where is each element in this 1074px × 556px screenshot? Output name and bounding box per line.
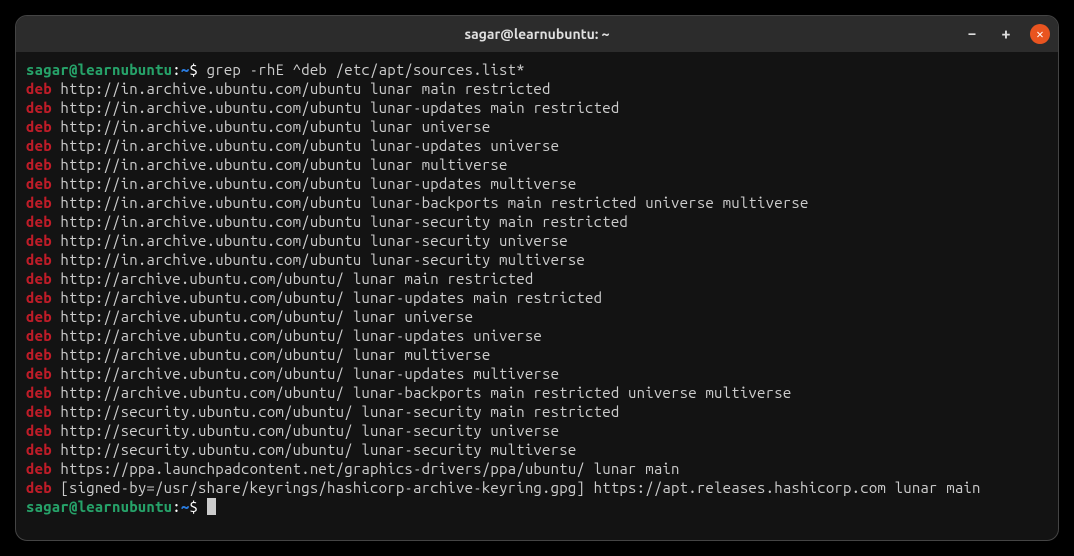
output-line: deb http://in.archive.ubuntu.com/ubuntu … (26, 212, 1048, 231)
grep-match: deb (26, 403, 52, 420)
output-line: deb http://archive.ubuntu.com/ubuntu/ lu… (26, 326, 1048, 345)
output-text: http://in.archive.ubuntu.com/ubuntu luna… (52, 251, 585, 268)
prompt-symbol: $ (189, 61, 206, 78)
command-line: sagar@learnubuntu:~$ grep -rhE ^deb /etc… (26, 60, 1048, 79)
window-title: sagar@learnubuntu: ~ (464, 26, 609, 42)
output-text: http://archive.ubuntu.com/ubuntu/ lunar-… (52, 327, 542, 344)
output-text: http://in.archive.ubuntu.com/ubuntu luna… (52, 80, 551, 97)
output-line: deb http://in.archive.ubuntu.com/ubuntu … (26, 250, 1048, 269)
output-text: http://archive.ubuntu.com/ubuntu/ lunar … (52, 346, 491, 363)
output-text: http://in.archive.ubuntu.com/ubuntu luna… (52, 194, 809, 211)
grep-match: deb (26, 232, 52, 249)
prompt: sagar@learnubuntu:~$ (26, 498, 207, 515)
output-text: https://ppa.launchpadcontent.net/graphic… (52, 460, 680, 477)
prompt-line: sagar@learnubuntu:~$ (26, 497, 1048, 516)
output-line: deb http://in.archive.ubuntu.com/ubuntu … (26, 117, 1048, 136)
close-button[interactable]: ✕ (1030, 24, 1050, 44)
grep-match: deb (26, 213, 52, 230)
prompt-user-host: sagar@learnubuntu (26, 498, 172, 515)
prompt-symbol: $ (189, 498, 206, 515)
output-line: deb http://in.archive.ubuntu.com/ubuntu … (26, 193, 1048, 212)
output-text: http://in.archive.ubuntu.com/ubuntu luna… (52, 232, 568, 249)
terminal-window: sagar@learnubuntu: ~ – + ✕ sagar@learnub… (15, 15, 1059, 541)
output-line: deb https://ppa.launchpadcontent.net/gra… (26, 459, 1048, 478)
prompt-colon: : (172, 61, 181, 78)
output-text: http://in.archive.ubuntu.com/ubuntu luna… (52, 118, 491, 135)
grep-match: deb (26, 384, 52, 401)
grep-match: deb (26, 327, 52, 344)
prompt: sagar@learnubuntu:~$ (26, 61, 207, 78)
grep-match: deb (26, 99, 52, 116)
grep-match: deb (26, 137, 52, 154)
output-line: deb http://in.archive.ubuntu.com/ubuntu … (26, 136, 1048, 155)
output-line: deb http://security.ubuntu.com/ubuntu/ l… (26, 440, 1048, 459)
output-line: deb http://in.archive.ubuntu.com/ubuntu … (26, 98, 1048, 117)
output-line: deb http://archive.ubuntu.com/ubuntu/ lu… (26, 364, 1048, 383)
grep-match: deb (26, 346, 52, 363)
output-text: http://security.ubuntu.com/ubuntu/ lunar… (52, 422, 559, 439)
grep-match: deb (26, 251, 52, 268)
output-text: http://archive.ubuntu.com/ubuntu/ lunar … (52, 308, 473, 325)
output-line: deb http://in.archive.ubuntu.com/ubuntu … (26, 231, 1048, 250)
output-line: deb http://archive.ubuntu.com/ubuntu/ lu… (26, 288, 1048, 307)
output-text: http://in.archive.ubuntu.com/ubuntu luna… (52, 99, 620, 116)
output-text: http://in.archive.ubuntu.com/ubuntu luna… (52, 213, 628, 230)
output-text: http://in.archive.ubuntu.com/ubuntu luna… (52, 175, 577, 192)
grep-match: deb (26, 422, 52, 439)
command-text: grep -rhE ^deb /etc/apt/sources.list* (207, 61, 525, 78)
output-text: http://in.archive.ubuntu.com/ubuntu luna… (52, 156, 508, 173)
window-controls: – + ✕ (962, 24, 1050, 44)
grep-match: deb (26, 175, 52, 192)
output-line: deb http://in.archive.ubuntu.com/ubuntu … (26, 174, 1048, 193)
output-line: deb [signed-by=/usr/share/keyrings/hashi… (26, 478, 1048, 497)
grep-match: deb (26, 289, 52, 306)
output-line: deb http://archive.ubuntu.com/ubuntu/ lu… (26, 345, 1048, 364)
minimize-button[interactable]: – (962, 24, 982, 44)
output-text: http://archive.ubuntu.com/ubuntu/ lunar-… (52, 365, 559, 382)
prompt-user-host: sagar@learnubuntu (26, 61, 172, 78)
grep-match: deb (26, 441, 52, 458)
grep-match: deb (26, 156, 52, 173)
cursor (207, 498, 216, 515)
output-text: [signed-by=/usr/share/keyrings/hashicorp… (52, 479, 981, 496)
prompt-colon: : (172, 498, 181, 515)
grep-match: deb (26, 308, 52, 325)
output-text: http://archive.ubuntu.com/ubuntu/ lunar-… (52, 289, 602, 306)
grep-match: deb (26, 460, 52, 477)
titlebar: sagar@learnubuntu: ~ – + ✕ (16, 16, 1058, 52)
grep-match: deb (26, 479, 52, 496)
output-line: deb http://archive.ubuntu.com/ubuntu/ lu… (26, 269, 1048, 288)
grep-match: deb (26, 118, 52, 135)
output-text: http://security.ubuntu.com/ubuntu/ lunar… (52, 441, 577, 458)
grep-match: deb (26, 365, 52, 382)
output-line: deb http://security.ubuntu.com/ubuntu/ l… (26, 421, 1048, 440)
output-line: deb http://in.archive.ubuntu.com/ubuntu … (26, 155, 1048, 174)
output-line: deb http://archive.ubuntu.com/ubuntu/ lu… (26, 383, 1048, 402)
maximize-button[interactable]: + (996, 24, 1016, 44)
terminal-body[interactable]: sagar@learnubuntu:~$ grep -rhE ^deb /etc… (16, 52, 1058, 524)
output-line: deb http://in.archive.ubuntu.com/ubuntu … (26, 79, 1048, 98)
output-text: http://archive.ubuntu.com/ubuntu/ lunar-… (52, 384, 792, 401)
output-line: deb http://archive.ubuntu.com/ubuntu/ lu… (26, 307, 1048, 326)
grep-match: deb (26, 194, 52, 211)
grep-match: deb (26, 270, 52, 287)
output-line: deb http://security.ubuntu.com/ubuntu/ l… (26, 402, 1048, 421)
output-text: http://in.archive.ubuntu.com/ubuntu luna… (52, 137, 559, 154)
grep-match: deb (26, 80, 52, 97)
output-text: http://archive.ubuntu.com/ubuntu/ lunar … (52, 270, 534, 287)
output-text: http://security.ubuntu.com/ubuntu/ lunar… (52, 403, 620, 420)
